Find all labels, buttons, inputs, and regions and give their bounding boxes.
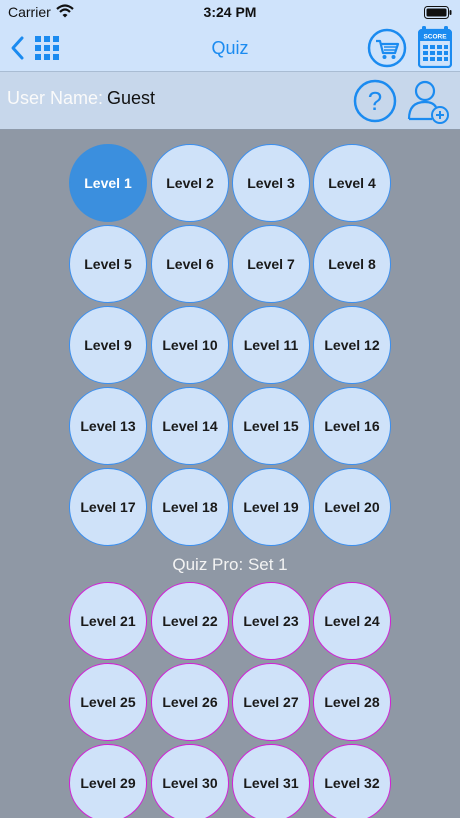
level-button-level-13[interactable]: Level 13 [69,387,147,465]
level-button-level-20[interactable]: Level 20 [313,468,391,546]
level-button-level-1[interactable]: Level 1 [69,144,147,222]
level-button-level-28[interactable]: Level 28 [313,663,391,741]
svg-text:?: ? [368,86,382,116]
level-button-level-32[interactable]: Level 32 [313,744,391,818]
user-name-label: User Name: [7,88,104,108]
level-button-level-16[interactable]: Level 16 [313,387,391,465]
section-title-quiz-pro: Quiz Pro: Set 1 [172,555,288,574]
user-bar: User Name: Guest ? [0,72,460,130]
level-button-level-23[interactable]: Level 23 [232,582,310,660]
level-button-level-18[interactable]: Level 18 [151,468,229,546]
level-button-level-5[interactable]: Level 5 [69,225,147,303]
clock-time: 3:24 PM [203,4,257,20]
level-button-level-7[interactable]: Level 7 [232,225,310,303]
level-button-level-8[interactable]: Level 8 [313,225,391,303]
level-button-level-21[interactable]: Level 21 [69,582,147,660]
level-button-level-6[interactable]: Level 6 [151,225,229,303]
level-button-level-2[interactable]: Level 2 [151,144,229,222]
level-button-level-14[interactable]: Level 14 [151,387,229,465]
level-button-level-27[interactable]: Level 27 [232,663,310,741]
level-button-level-24[interactable]: Level 24 [313,582,391,660]
level-button-level-4[interactable]: Level 4 [313,144,391,222]
cart-icon[interactable] [367,28,407,68]
svg-text:SCORE: SCORE [423,34,447,41]
level-button-level-3[interactable]: Level 3 [232,144,310,222]
battery-icon [424,6,452,19]
level-button-level-31[interactable]: Level 31 [232,744,310,818]
level-button-level-11[interactable]: Level 11 [232,306,310,384]
level-button-level-17[interactable]: Level 17 [69,468,147,546]
level-button-level-26[interactable]: Level 26 [151,663,229,741]
level-button-level-9[interactable]: Level 9 [69,306,147,384]
level-button-level-29[interactable]: Level 29 [69,744,147,818]
level-button-level-10[interactable]: Level 10 [151,306,229,384]
level-button-level-19[interactable]: Level 19 [232,468,310,546]
status-bar: Carrier 3:24 PM [0,0,460,26]
user-name-value: Guest [107,88,156,108]
level-button-level-22[interactable]: Level 22 [151,582,229,660]
level-button-level-15[interactable]: Level 15 [232,387,310,465]
level-button-level-25[interactable]: Level 25 [69,663,147,741]
add-user-icon[interactable] [407,79,451,125]
scoreboard-icon[interactable]: SCORE [418,26,452,68]
level-button-level-30[interactable]: Level 30 [151,744,229,818]
nav-bar: Quiz SCORE [0,26,460,72]
help-icon[interactable]: ? [353,79,397,123]
level-button-level-12[interactable]: Level 12 [313,306,391,384]
